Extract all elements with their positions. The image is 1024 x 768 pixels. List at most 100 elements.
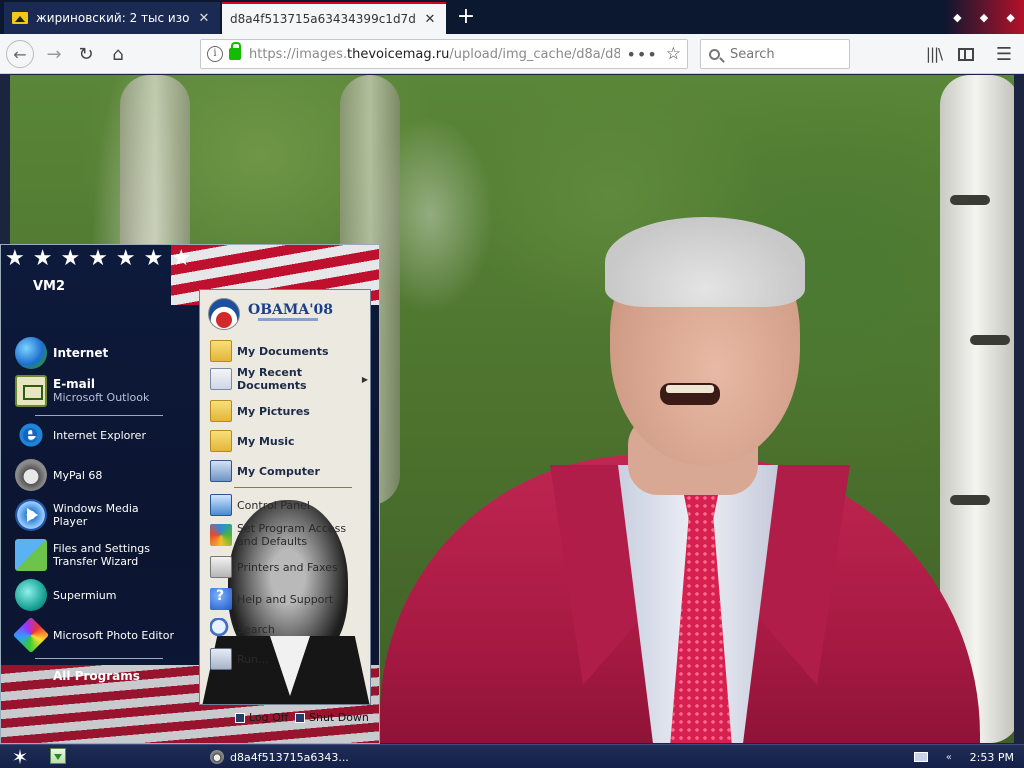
all-programs-button[interactable]: All Programs <box>53 669 140 683</box>
program-media-player[interactable]: Windows Media Player <box>15 499 175 531</box>
internet-explorer-icon <box>15 419 47 451</box>
menu-icon[interactable]: ☰ <box>990 40 1018 68</box>
system-search[interactable]: Search <box>210 618 368 640</box>
taskbar-item-browser[interactable]: d8a4f513715a6343... <box>210 746 400 768</box>
shut-down-button[interactable]: Shut Down <box>295 711 369 724</box>
program-access-icon <box>210 524 232 546</box>
program-internet-explorer[interactable]: Internet Explorer <box>15 419 175 451</box>
separator <box>234 487 352 488</box>
system-label: Set Program Access and Defaults <box>237 522 347 548</box>
program-label: Files and Settings Transfer Wizard <box>53 542 150 568</box>
computer-icon <box>210 460 232 482</box>
system-label: Search <box>237 622 275 636</box>
system-program-access[interactable]: Set Program Access and Defaults <box>210 522 368 548</box>
start-button[interactable]: ✶ <box>6 745 34 768</box>
printer-icon <box>210 556 232 578</box>
taskbar-item-label: d8a4f513715a6343... <box>230 750 349 764</box>
pinned-sublabel: Microsoft Outlook <box>53 391 150 404</box>
bookmark-star-icon[interactable]: ☆ <box>666 44 681 64</box>
chevron-left-icon[interactable]: « <box>946 752 952 763</box>
pinned-label: E-mail <box>53 377 96 391</box>
pinned-email[interactable]: E-mail Microsoft Outlook <box>15 375 175 407</box>
search-bar[interactable] <box>700 39 850 69</box>
home-button[interactable]: ⌂ <box>104 40 132 68</box>
transfer-wizard-icon <box>15 539 47 571</box>
place-label: My Pictures <box>237 404 310 418</box>
run-icon <box>210 648 232 670</box>
submenu-arrow-icon: ▶ <box>361 374 368 384</box>
page-actions-icon[interactable]: ••• <box>626 45 657 64</box>
log-off-label: Log Off <box>249 711 289 724</box>
log-off-button[interactable]: Log Off <box>235 711 288 724</box>
taskbar: ✶ d8a4f513715a6343... « 2:53 PM <box>0 744 1024 768</box>
system-tray: « 2:53 PM <box>906 745 1024 768</box>
photo-editor-icon <box>12 616 50 654</box>
close-icon[interactable]: ✕ <box>196 11 212 26</box>
keyboard-icon[interactable] <box>914 752 928 762</box>
obama-title: OBAMA'08 <box>248 302 334 318</box>
shut-down-label: Shut Down <box>309 711 369 724</box>
library-icon[interactable]: |||\ <box>920 40 948 68</box>
search-icon <box>210 618 232 640</box>
url-host: thevoicemag.ru <box>347 46 450 62</box>
globe-icon <box>15 337 47 369</box>
place-my-music[interactable]: My Music <box>210 430 368 452</box>
reload-button[interactable]: ↻ <box>72 40 100 68</box>
search-input[interactable] <box>730 46 840 62</box>
lock-icon[interactable] <box>229 42 241 60</box>
system-label: Control Panel <box>237 498 310 512</box>
place-my-computer[interactable]: My Computer <box>210 460 368 482</box>
system-label: Help and Support <box>237 592 334 606</box>
start-menu-places: OBAMA'08 My Documents My Recent Document… <box>199 289 371 705</box>
back-button[interactable]: ← <box>6 40 34 68</box>
system-label: Printers and Faxes <box>237 560 338 574</box>
system-control-panel[interactable]: Control Panel <box>210 494 368 516</box>
place-recent-documents[interactable]: My Recent Documents ▶ <box>210 366 368 392</box>
program-transfer-wizard[interactable]: Files and Settings Transfer Wizard <box>15 539 175 571</box>
tab-image[interactable]: d8a4f513715a63434399c1d7df5feaf3 ✕ <box>222 2 446 34</box>
navigation-toolbar: ← → ↻ ⌂ i https://images.thevoicemag.ru/… <box>0 34 1024 74</box>
place-my-documents[interactable]: My Documents <box>210 340 368 362</box>
url-prefix: https://images. <box>249 46 347 62</box>
control-panel-icon <box>210 494 232 516</box>
pictures-folder-icon <box>210 400 232 422</box>
new-tab-button[interactable]: + <box>452 4 480 30</box>
recent-documents-icon <box>210 368 232 390</box>
program-mypal[interactable]: MyPal 68 <box>15 459 175 491</box>
obama-logo-icon <box>208 298 240 330</box>
program-label: Internet Explorer <box>53 428 146 442</box>
pinned-label: Internet <box>53 345 109 360</box>
sidebar-icon[interactable] <box>952 40 980 68</box>
user-name: VM2 <box>33 279 66 294</box>
system-help[interactable]: Help and Support <box>210 588 368 610</box>
info-icon[interactable]: i <box>207 46 223 62</box>
system-run[interactable]: Run... <box>210 648 368 670</box>
help-icon <box>210 588 232 610</box>
clock[interactable]: 2:53 PM <box>970 751 1014 764</box>
url-text[interactable]: https://images.thevoicemag.ru/upload/img… <box>249 47 620 62</box>
shut-down-icon <box>295 712 305 723</box>
program-label: Supermium <box>53 588 117 602</box>
separator <box>35 415 163 416</box>
download-icon[interactable] <box>50 748 66 764</box>
minimize-icon[interactable]: ◆ <box>953 11 961 24</box>
program-supermium[interactable]: Supermium <box>15 579 175 611</box>
start-menu: ★★★★★★★★★★★★★★★★★★★★★★★★★★★★★★ VM2 Inter… <box>0 244 380 744</box>
place-my-pictures[interactable]: My Pictures <box>210 400 368 422</box>
pinned-internet[interactable]: Internet <box>15 337 175 369</box>
tab-title: d8a4f513715a63434399c1d7df5feaf3 <box>230 12 416 26</box>
system-printers[interactable]: Printers and Faxes <box>210 556 368 578</box>
maximize-icon[interactable]: ◆ <box>980 11 988 24</box>
mypal-icon <box>15 459 47 491</box>
window-controls: ◆ ◆ ◆ <box>944 0 1024 34</box>
media-player-icon <box>15 499 47 531</box>
mypal-icon <box>210 750 224 764</box>
documents-folder-icon <box>210 340 232 362</box>
close-window-icon[interactable]: ◆ <box>1006 11 1014 24</box>
program-photo-editor[interactable]: Microsoft Photo Editor <box>12 616 175 654</box>
tab-search-results[interactable]: жириновский: 2 тыс изображени ✕ <box>4 2 220 34</box>
url-bar[interactable]: i https://images.thevoicemag.ru/upload/i… <box>200 39 688 69</box>
program-label: Windows Media Player <box>53 502 139 528</box>
close-icon[interactable]: ✕ <box>422 12 438 27</box>
forward-button[interactable]: → <box>40 40 68 68</box>
